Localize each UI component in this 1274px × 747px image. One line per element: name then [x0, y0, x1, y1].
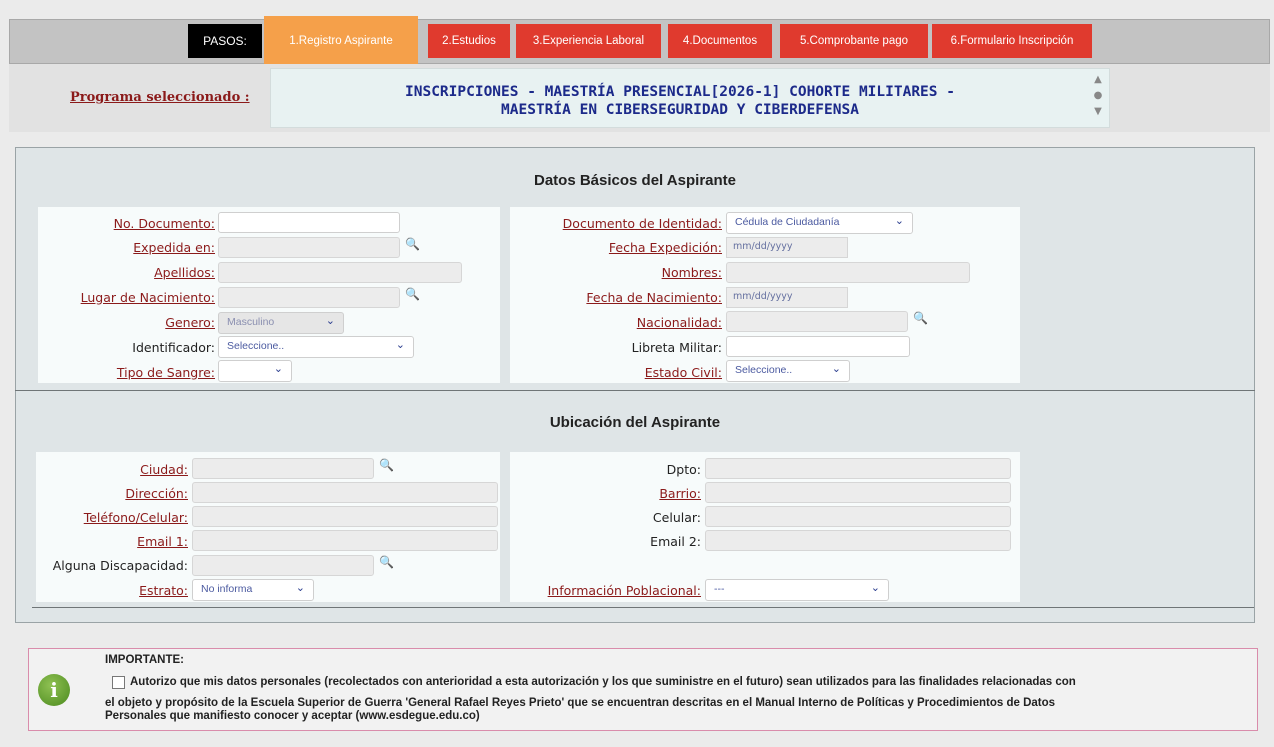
fecha-expedicion-label: Fecha Expedición:: [608, 240, 722, 255]
chevron-down-icon: ⌄: [395, 339, 405, 351]
tab-documentos[interactable]: 4.Documentos: [668, 24, 772, 58]
genero-select[interactable]: Masculino ⌄: [218, 312, 344, 334]
documento-identidad-label: Documento de Identidad:: [562, 216, 722, 231]
tab-registro-aspirante[interactable]: 1.Registro Aspirante: [264, 16, 418, 66]
email1-label: Email 1:: [137, 534, 188, 549]
program-title-line1: INSCRIPCIONES - MAESTRÍA PRESENCIAL[2026…: [405, 84, 955, 100]
direccion-input[interactable]: [192, 482, 498, 503]
steps-label: PASOS:: [188, 24, 262, 58]
form-bottom-divider: [32, 607, 1254, 608]
location-title: Ubicación del Aspirante: [549, 414, 721, 431]
libreta-militar-input[interactable]: [726, 336, 910, 357]
fecha-nacimiento-input[interactable]: mm/dd/yyyy: [726, 287, 848, 308]
section-divider: [15, 390, 1255, 391]
nombres-input[interactable]: [726, 262, 970, 283]
search-icon[interactable]: 🔍: [405, 287, 420, 301]
program-label: Programa seleccionado :: [70, 90, 250, 105]
chevron-down-icon: ⌄: [273, 363, 283, 375]
lugar-nacimiento-label: Lugar de Nacimiento:: [80, 290, 215, 305]
program-title: INSCRIPCIONES - MAESTRÍA PRESENCIAL[2026…: [290, 83, 1070, 119]
celular-input[interactable]: [705, 506, 1011, 527]
celular-label: Celular:: [652, 510, 701, 525]
estrato-value: No informa: [201, 583, 253, 595]
telefono-label: Teléfono/Celular:: [83, 510, 188, 525]
program-title-line2: MAESTRÍA EN CIBERSEGURIDAD Y CIBERDEFENS…: [501, 102, 859, 118]
chevron-down-icon: ⌄: [870, 582, 880, 594]
identificador-select[interactable]: Seleccione.. ⌄: [218, 336, 414, 358]
basic-data-title: Datos Básicos del Aspirante: [533, 172, 736, 189]
notice-line2: el objeto y propósito de la Escuela Supe…: [105, 697, 1056, 709]
apellidos-input[interactable]: [218, 262, 462, 283]
fecha-expedicion-input[interactable]: mm/dd/yyyy: [726, 237, 848, 258]
no-documento-input[interactable]: [218, 212, 400, 233]
tab-comprobante-pago[interactable]: 5.Comprobante pago: [780, 24, 928, 58]
expedida-en-input[interactable]: [218, 237, 400, 258]
lugar-nacimiento-input[interactable]: [218, 287, 400, 308]
search-icon[interactable]: 🔍: [379, 555, 394, 569]
dpto-input[interactable]: [705, 458, 1011, 479]
nombres-label: Nombres:: [661, 265, 722, 280]
info-poblacional-label: Información Poblacional:: [547, 583, 701, 598]
genero-label: Genero:: [165, 315, 215, 330]
chevron-down-icon: ⌄: [295, 582, 305, 594]
no-documento-label: No. Documento:: [113, 216, 215, 231]
dpto-label: Dpto:: [666, 462, 701, 477]
email2-label: Email 2:: [650, 534, 701, 549]
chevron-down-icon: ⌄: [831, 363, 841, 375]
estado-civil-select[interactable]: Seleccione.. ⌄: [726, 360, 850, 382]
estado-civil-value: Seleccione..: [735, 364, 793, 376]
direccion-label: Dirección:: [125, 486, 188, 501]
scroll-arrows-icon[interactable]: ▲ ● ▼: [1090, 72, 1106, 126]
barrio-label: Barrio:: [659, 486, 701, 501]
email2-input[interactable]: [705, 530, 1011, 551]
tab-formulario-inscripcion[interactable]: 6.Formulario Inscripción: [932, 24, 1092, 58]
tab-experiencia-laboral[interactable]: 3.Experiencia Laboral: [516, 24, 661, 58]
discapacidad-label: Alguna Discapacidad:: [52, 558, 188, 573]
nacionalidad-input[interactable]: [726, 311, 908, 332]
search-icon[interactable]: 🔍: [379, 458, 394, 472]
genero-value: Masculino: [227, 316, 275, 328]
search-icon[interactable]: 🔍: [405, 237, 420, 251]
chevron-down-icon: ⌄: [894, 215, 904, 227]
chevron-down-icon: ⌄: [325, 315, 335, 327]
estado-civil-label: Estado Civil:: [644, 365, 722, 380]
authorization-checkbox[interactable]: [112, 676, 125, 689]
documento-identidad-value: Cédula de Ciudadanía: [735, 216, 840, 228]
barrio-input[interactable]: [705, 482, 1011, 503]
info-poblacional-value: ---: [714, 583, 725, 595]
identificador-value: Seleccione..: [227, 340, 285, 352]
fecha-nacimiento-label: Fecha de Nacimiento:: [586, 290, 722, 305]
estrato-label: Estrato:: [139, 583, 188, 598]
info-icon: i: [38, 674, 70, 706]
identificador-label: Identificador:: [132, 340, 215, 355]
nacionalidad-label: Nacionalidad:: [636, 315, 722, 330]
email1-input[interactable]: [192, 530, 498, 551]
tipo-sangre-select[interactable]: ⌄: [218, 360, 292, 382]
documento-identidad-select[interactable]: Cédula de Ciudadanía ⌄: [726, 212, 913, 234]
estrato-select[interactable]: No informa ⌄: [192, 579, 314, 601]
notice-line1: Autorizo que mis datos personales (recol…: [130, 676, 1076, 688]
expedida-en-label: Expedida en:: [133, 240, 215, 255]
tipo-sangre-label: Tipo de Sangre:: [116, 365, 215, 380]
tab-estudios[interactable]: 2.Estudios: [428, 24, 510, 58]
notice-title: IMPORTANTE:: [105, 654, 185, 666]
discapacidad-input[interactable]: [192, 555, 374, 576]
search-icon[interactable]: 🔍: [913, 311, 928, 325]
apellidos-label: Apellidos:: [154, 265, 215, 280]
info-poblacional-select[interactable]: --- ⌄: [705, 579, 889, 601]
libreta-militar-label: Libreta Militar:: [631, 340, 722, 355]
notice-line3: Personales que manifiesto conocer y acep…: [105, 710, 480, 722]
telefono-input[interactable]: [192, 506, 498, 527]
ciudad-input[interactable]: [192, 458, 374, 479]
ciudad-label: Ciudad:: [140, 462, 188, 477]
